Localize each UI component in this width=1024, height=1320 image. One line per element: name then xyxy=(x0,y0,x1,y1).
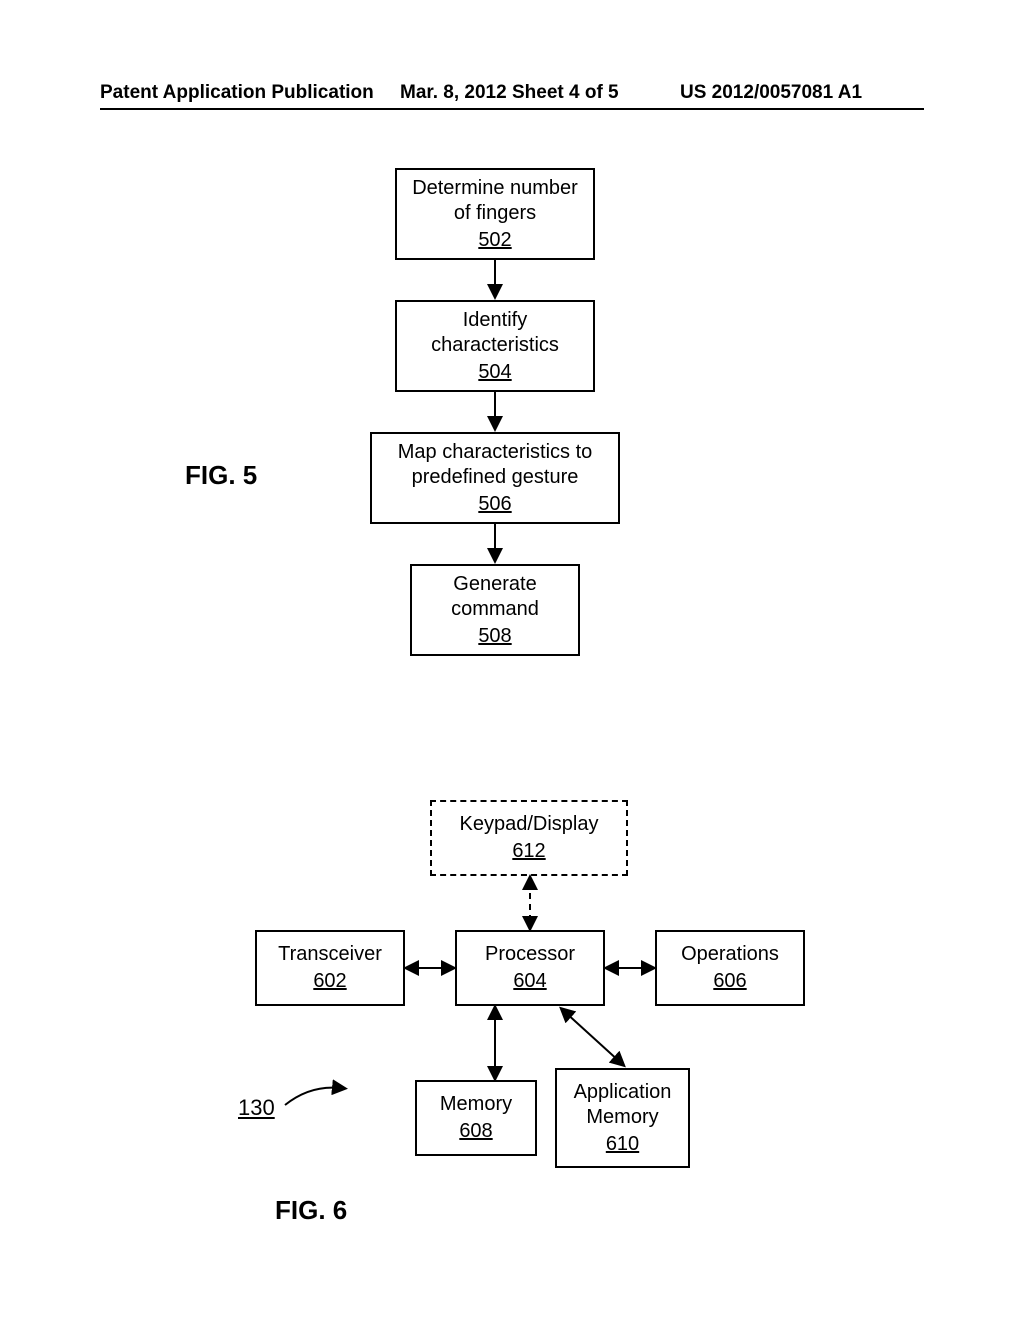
fig6-conn-proc-keypad xyxy=(525,876,535,930)
fig6-memory-text: Memory xyxy=(440,1092,512,1117)
fig6-keypad-ref: 612 xyxy=(512,839,545,864)
fig5-step-504-text: Identify characteristics xyxy=(403,308,587,358)
header-sheet: Mar. 8, 2012 Sheet 4 of 5 xyxy=(400,82,619,104)
fig5-step-506-ref: 506 xyxy=(478,492,511,517)
fig5-arrow-3 xyxy=(490,524,500,564)
fig6-memory: Memory 608 xyxy=(415,1080,537,1156)
fig6-conn-trans-proc xyxy=(405,963,455,973)
header-rule xyxy=(100,108,924,110)
fig6-operations-ref: 606 xyxy=(713,969,746,994)
fig6-processor-ref: 604 xyxy=(513,969,546,994)
fig6-conn-proc-mem xyxy=(490,1006,500,1080)
fig6-operations-text: Operations xyxy=(681,942,779,967)
fig5-step-508: Generate command 508 xyxy=(410,564,580,656)
figure-6-label: FIG. 6 xyxy=(275,1195,347,1226)
fig5-step-502-ref: 502 xyxy=(478,228,511,253)
fig6-ref-130: 130 xyxy=(238,1095,275,1121)
fig6-app-memory-ref: 610 xyxy=(606,1132,639,1157)
fig6-transceiver: Transceiver 602 xyxy=(255,930,405,1006)
fig6-keypad-display: Keypad/Display 612 xyxy=(430,800,628,876)
fig6-operations: Operations 606 xyxy=(655,930,805,1006)
fig5-step-506-text: Map characteristics to predefined gestur… xyxy=(378,440,612,490)
fig6-conn-proc-appmem xyxy=(560,1006,640,1068)
fig5-step-506: Map characteristics to predefined gestur… xyxy=(370,432,620,524)
fig5-arrow-1 xyxy=(490,260,500,300)
fig5-step-508-ref: 508 xyxy=(478,624,511,649)
fig6-app-memory-text: Application Memory xyxy=(563,1080,682,1130)
figure-5-label: FIG. 5 xyxy=(185,460,257,491)
fig6-ref-arrow xyxy=(280,1080,350,1110)
fig6-keypad-text: Keypad/Display xyxy=(460,812,599,837)
fig6-transceiver-ref: 602 xyxy=(313,969,346,994)
fig5-step-502: Determine number of fingers 502 xyxy=(395,168,595,260)
header-pubno: US 2012/0057081 A1 xyxy=(680,82,862,104)
fig5-step-502-text: Determine number of fingers xyxy=(403,176,587,226)
fig5-step-504-ref: 504 xyxy=(478,360,511,385)
fig5-arrow-2 xyxy=(490,392,500,432)
fig6-app-memory: Application Memory 610 xyxy=(555,1068,690,1168)
header-left: Patent Application Publication xyxy=(100,82,374,104)
fig5-step-508-text: Generate command xyxy=(418,572,572,622)
fig6-memory-ref: 608 xyxy=(459,1119,492,1144)
fig6-processor: Processor 604 xyxy=(455,930,605,1006)
fig6-conn-proc-ops xyxy=(605,963,655,973)
fig6-transceiver-text: Transceiver xyxy=(278,942,382,967)
fig5-step-504: Identify characteristics 504 xyxy=(395,300,595,392)
fig6-processor-text: Processor xyxy=(485,942,575,967)
